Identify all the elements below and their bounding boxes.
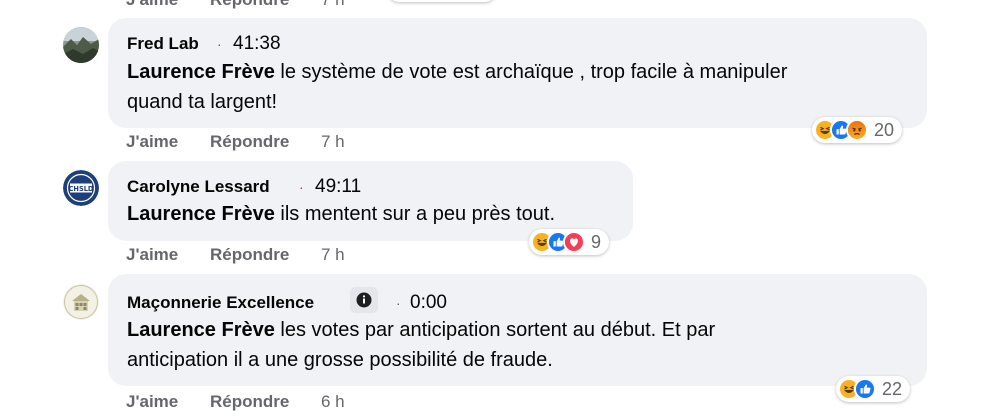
avatar[interactable] — [63, 284, 99, 320]
like-button[interactable]: J'aime — [126, 245, 178, 265]
avatar[interactable] — [63, 27, 99, 63]
like-reaction-icon — [854, 378, 876, 400]
like-button[interactable]: J'aime — [126, 392, 178, 412]
comment-author[interactable]: Fred Lab — [127, 34, 199, 54]
comment-age: 7 h — [321, 0, 345, 10]
mention-link[interactable]: Laurence Frève — [127, 319, 275, 341]
mention-link[interactable]: Laurence Frève — [127, 203, 275, 225]
reaction-count: 20 — [874, 119, 895, 140]
comment-text: Laurence Frève ils mentent sur a peu prè… — [127, 199, 627, 229]
like-button[interactable]: J'aime — [126, 132, 178, 152]
comment-text-line2: quand ta largent! — [127, 91, 278, 113]
comment-age: 7 h — [321, 245, 345, 264]
comment-age: 6 h — [321, 392, 345, 411]
separator-dot: · — [217, 36, 222, 52]
svg-text:CHSLD: CHSLD — [69, 185, 94, 193]
reaction-count: 9 — [591, 231, 602, 252]
comment-text: Laurence Frève le système de vote est ar… — [127, 57, 917, 87]
reply-button[interactable]: Répondre — [210, 245, 289, 265]
video-timestamp[interactable]: 41:38 — [233, 33, 281, 55]
angry-reaction-icon — [846, 119, 868, 141]
comment-text-line1: le système de vote est archaïque , trop … — [274, 61, 788, 83]
mention-link[interactable]: Laurence Frève — [127, 61, 275, 83]
reply-button[interactable]: Répondre — [210, 0, 289, 10]
reaction-summary-partial[interactable] — [388, 0, 496, 2]
chsld-logo-icon: CHSLD — [63, 170, 99, 206]
reply-button[interactable]: Répondre — [210, 392, 289, 412]
comment-text-line1: ils mentent sur a peu près tout. — [274, 203, 556, 225]
reaction-summary[interactable]: 20 — [812, 117, 903, 143]
info-badge-icon[interactable] — [350, 287, 378, 313]
avatar[interactable]: CHSLD — [63, 170, 99, 206]
comment-age: 7 h — [321, 132, 345, 151]
love-reaction-icon — [563, 231, 585, 253]
reply-button[interactable]: Répondre — [210, 132, 289, 152]
reaction-summary[interactable]: 9 — [529, 229, 610, 255]
reaction-summary[interactable]: 22 — [836, 376, 911, 402]
comment-text-line2: anticipation il a une grosse possibilité… — [127, 349, 553, 371]
company-logo-icon — [63, 284, 99, 320]
video-timestamp[interactable]: 49:11 — [315, 176, 361, 198]
comment-author[interactable]: Maçonnerie Excellence — [127, 293, 314, 313]
comment-author[interactable]: Carolyne Lessard — [127, 177, 270, 197]
separator-dot: · — [299, 179, 304, 195]
reaction-count: 22 — [882, 378, 903, 399]
separator-dot: · — [396, 295, 401, 311]
like-button[interactable]: J'aime — [126, 0, 178, 10]
comment-text-line1: les votes par anticipation sortent au dé… — [274, 319, 716, 341]
video-timestamp[interactable]: 0:00 — [410, 292, 447, 314]
avatar-photo-icon — [63, 27, 99, 63]
comment-text: Laurence Frève les votes par anticipatio… — [127, 315, 917, 345]
